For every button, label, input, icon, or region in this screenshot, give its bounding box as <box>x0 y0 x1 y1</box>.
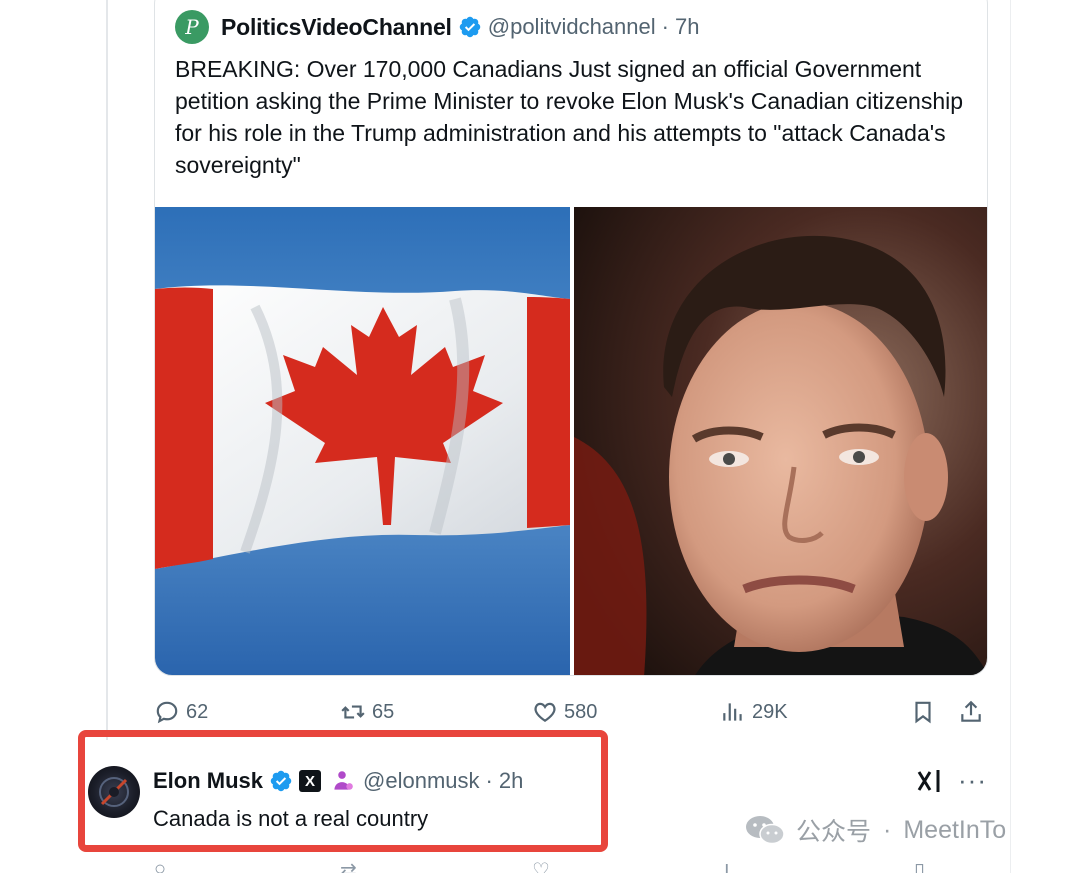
views-button[interactable]: 29K <box>720 694 788 730</box>
bookmark-button[interactable] <box>910 694 942 730</box>
affiliate-icon[interactable] <box>329 768 355 794</box>
watermark: 公众号 · MeetInTo <box>744 812 1006 848</box>
like-icon <box>534 702 556 722</box>
quoted-post-time[interactable]: 7h <box>675 14 699 40</box>
column-divider <box>1010 0 1011 873</box>
reply-count: 62 <box>186 700 209 723</box>
repost-icon <box>341 705 365 719</box>
post-action-bar: 62 65 580 29K <box>154 694 994 730</box>
repost-button[interactable]: 65 <box>340 694 394 730</box>
like-button[interactable]: 580 <box>532 694 597 730</box>
views-icon <box>723 703 742 721</box>
reply-time[interactable]: 2h <box>499 768 523 794</box>
reply-button[interactable]: 62 <box>154 694 208 730</box>
share-icon <box>961 700 981 722</box>
quoted-post-media <box>155 207 987 675</box>
separator-dot: · <box>485 768 493 793</box>
repost-icon: ⇄ <box>340 860 357 873</box>
quoted-author-avatar[interactable]: P <box>175 10 209 44</box>
wechat-icon <box>746 816 785 845</box>
thread-line <box>106 0 108 740</box>
watermark-account: MeetInTo <box>903 815 1007 844</box>
share-button[interactable] <box>958 694 990 730</box>
quoted-post-card[interactable]: P PoliticsVideoChannel @politvidchannel … <box>154 0 988 676</box>
verified-icon <box>459 16 480 38</box>
quoted-author-name[interactable]: PoliticsVideoChannel <box>221 14 452 41</box>
quoted-post-text: BREAKING: Over 170,000 Canadians Just si… <box>175 56 964 178</box>
reply-text: Canada is not a real country <box>153 806 429 831</box>
reply-author-avatar[interactable] <box>88 766 140 818</box>
reply-author-handle[interactable]: @elonmusk <box>363 768 480 794</box>
x-badge-icon[interactable]: X <box>299 770 322 792</box>
more-icon[interactable]: ··· <box>958 767 987 793</box>
bookmark-icon <box>915 701 931 724</box>
like-icon: ♡ <box>532 860 550 873</box>
repost-count: 65 <box>372 700 395 723</box>
views-icon: ı <box>724 858 730 873</box>
reply-icon <box>156 701 178 724</box>
views-count: 29K <box>752 700 788 723</box>
separator-dot: · <box>661 14 669 39</box>
like-count: 580 <box>564 700 598 723</box>
next-post-action-bar-partial: ○ ⇄ ♡ ı ▯ <box>154 858 994 873</box>
reply-header: Elon Musk X @elonmusk · 2h <box>153 764 523 798</box>
watermark-label: 公众号 <box>796 818 872 846</box>
bookmark-icon: ▯ <box>914 860 926 873</box>
verified-icon <box>270 770 292 792</box>
reply-icon: ○ <box>154 858 167 873</box>
grok-icon[interactable] <box>916 768 944 794</box>
canada-flag-image[interactable] <box>155 207 570 675</box>
quoted-author-handle[interactable]: @politvidchannel <box>488 14 656 40</box>
watermark-separator: · <box>883 815 892 844</box>
quoted-post-header: P PoliticsVideoChannel @politvidchannel … <box>175 7 699 47</box>
elon-musk-portrait-image[interactable] <box>574 207 987 675</box>
reply-author-name[interactable]: Elon Musk <box>153 768 263 794</box>
avatar-letter: P <box>185 15 199 39</box>
